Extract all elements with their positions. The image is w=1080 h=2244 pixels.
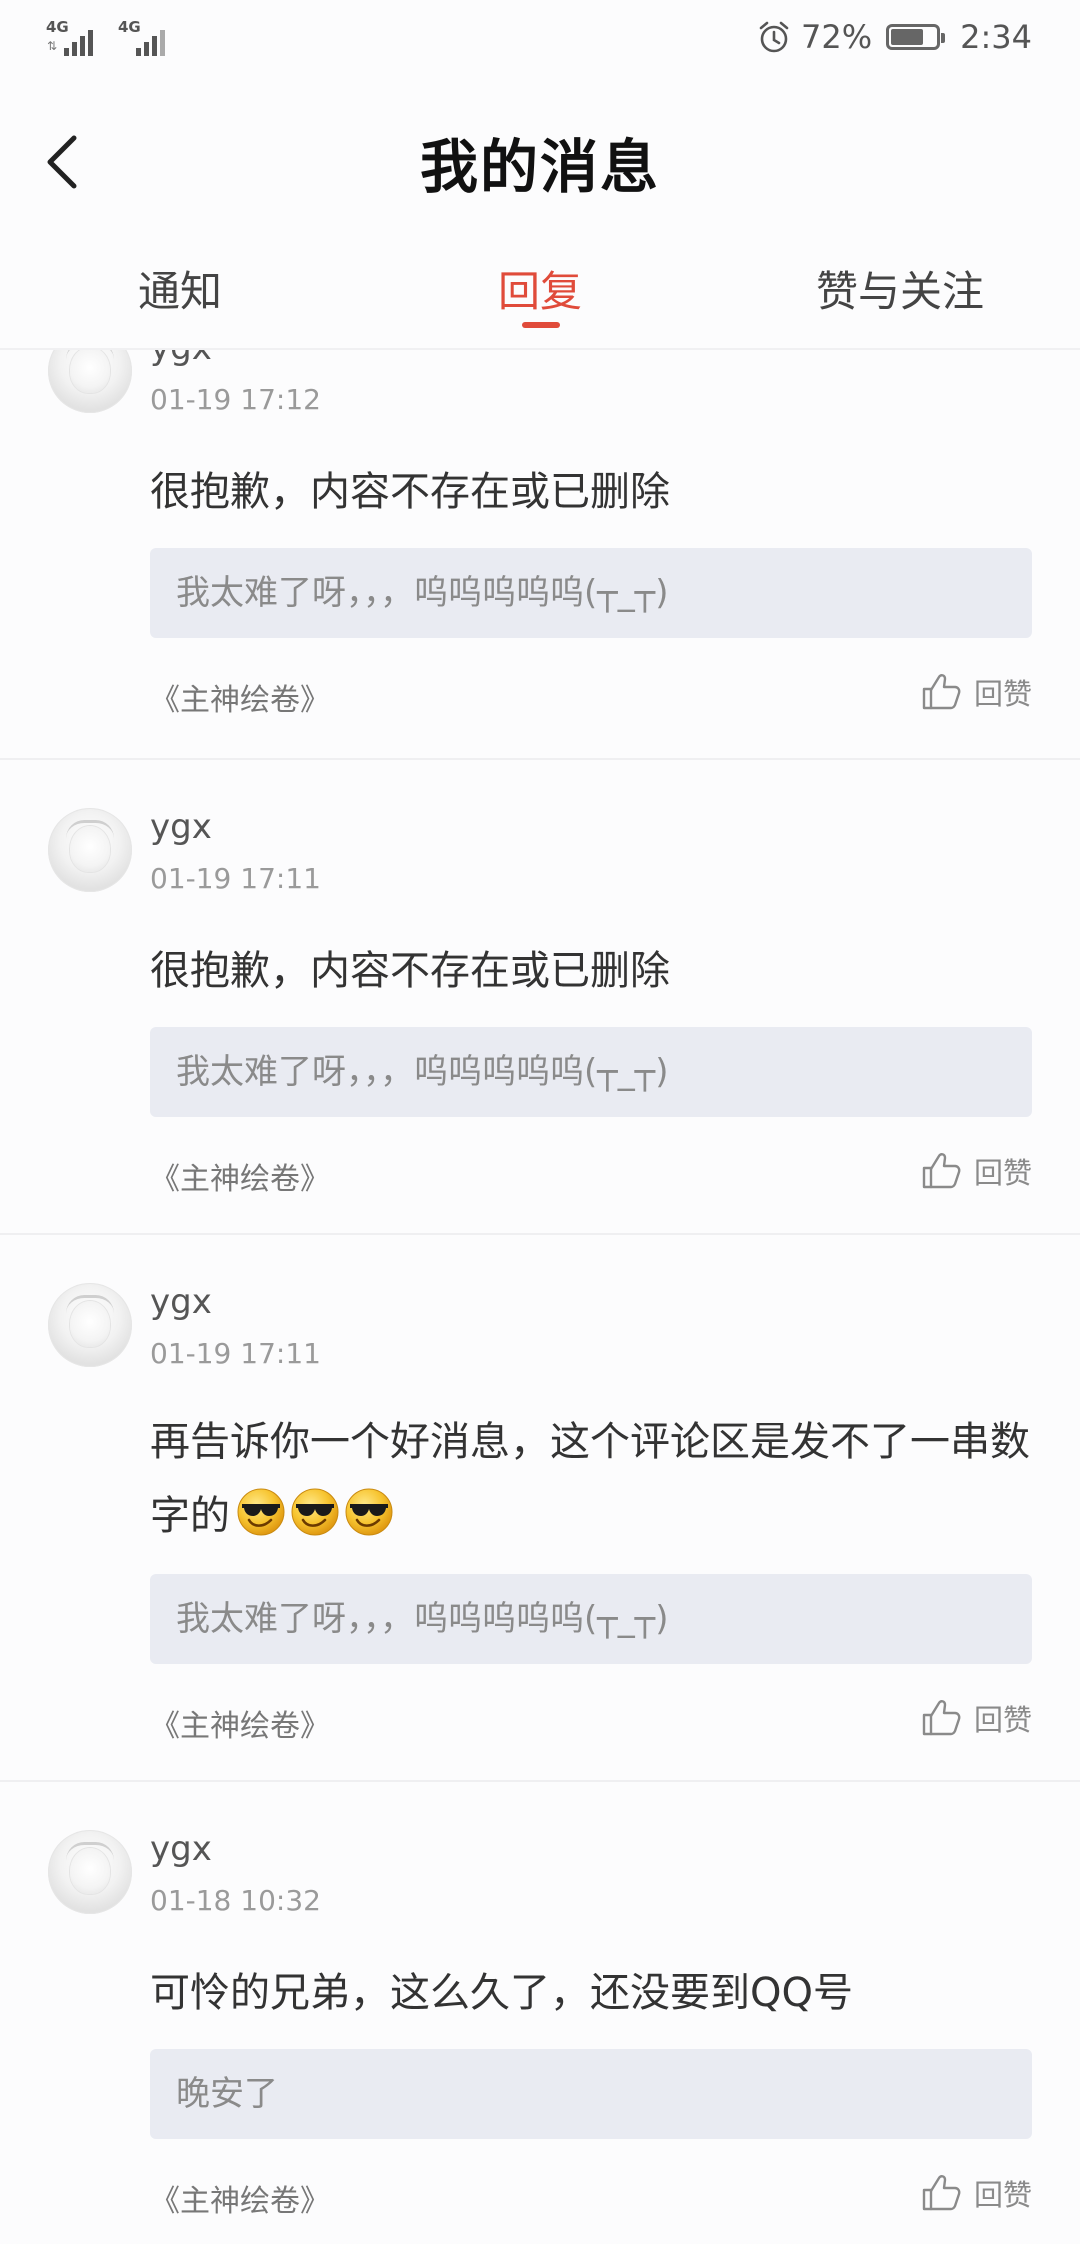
like-back-label: 回赞 bbox=[973, 2178, 1032, 2212]
sunglasses-smiley-icon bbox=[290, 1487, 340, 1537]
thumbs-up-icon bbox=[920, 2171, 964, 2215]
avatar[interactable] bbox=[48, 808, 132, 892]
status-right: 72% 2:34 bbox=[757, 18, 1032, 56]
like-back-label: 回赞 bbox=[973, 1703, 1032, 1737]
message-list[interactable]: ygx 01-19 17:12 很抱歉，内容不存在或已删除 我太难了呀，，，呜呜… bbox=[0, 348, 1080, 2244]
source-book-link[interactable]: 《主神绘卷》 bbox=[150, 1701, 330, 1745]
tab-bar: 通知 回复 赞与关注 bbox=[0, 240, 1080, 350]
thumbs-up-icon bbox=[920, 670, 964, 714]
source-book-link[interactable]: 《主神绘卷》 bbox=[150, 2176, 330, 2220]
sunglasses-smiley-icon bbox=[344, 1487, 394, 1537]
avatar[interactable] bbox=[48, 348, 132, 413]
like-back-button[interactable]: 回赞 bbox=[920, 1149, 1032, 1193]
page-title: 我的消息 bbox=[419, 133, 660, 201]
list-item[interactable]: ygx 01-18 10:32 可怜的兄弟，这么久了，还没要到QQ号 晚安了 《… bbox=[0, 1782, 1080, 2244]
thumbs-up-icon bbox=[920, 1149, 964, 1193]
tab-active-indicator bbox=[522, 322, 560, 328]
like-back-button[interactable]: 回赞 bbox=[920, 2171, 1032, 2215]
message-content: 可怜的兄弟，这么久了，还没要到QQ号 bbox=[150, 1970, 853, 2016]
username[interactable]: ygx bbox=[150, 807, 212, 847]
clock: 2:34 bbox=[960, 18, 1032, 56]
timestamp: 01-19 17:12 bbox=[150, 383, 321, 416]
username[interactable]: ygx bbox=[150, 1282, 212, 1322]
tab-notifications[interactable]: 通知 bbox=[138, 258, 222, 319]
alarm-icon bbox=[759, 21, 789, 53]
tab-replies[interactable]: 回复 bbox=[498, 258, 582, 319]
like-back-button[interactable]: 回赞 bbox=[920, 670, 1032, 714]
quoted-comment[interactable]: 晚安了 bbox=[150, 2049, 1032, 2139]
timestamp: 01-18 10:32 bbox=[150, 1884, 321, 1917]
data-arrows-icon: ⇅ bbox=[47, 39, 58, 53]
tab-likes-follows[interactable]: 赞与关注 bbox=[816, 258, 984, 319]
list-item[interactable]: ygx 01-19 17:12 很抱歉，内容不存在或已删除 我太难了呀，，，呜呜… bbox=[0, 348, 1080, 760]
signal-icon: 4G bbox=[118, 20, 176, 56]
signal-icon: 4G ⇅ bbox=[46, 20, 104, 56]
message-content: 很抱歉，内容不存在或已删除 bbox=[150, 948, 670, 994]
like-back-label: 回赞 bbox=[973, 677, 1032, 711]
timestamp: 01-19 17:11 bbox=[150, 1337, 321, 1370]
username[interactable]: ygx bbox=[150, 348, 212, 368]
message-content: 很抱歉，内容不存在或已删除 bbox=[150, 469, 670, 515]
like-back-label: 回赞 bbox=[973, 1156, 1032, 1190]
source-book-link[interactable]: 《主神绘卷》 bbox=[150, 1154, 330, 1198]
avatar[interactable] bbox=[48, 1283, 132, 1367]
app-header: 我的消息 bbox=[0, 84, 1080, 234]
list-item[interactable]: ygx 01-19 17:11 很抱歉，内容不存在或已删除 我太难了呀，，，呜呜… bbox=[0, 760, 1080, 1235]
timestamp: 01-19 17:11 bbox=[150, 862, 321, 895]
like-back-button[interactable]: 回赞 bbox=[920, 1696, 1032, 1740]
battery-icon bbox=[886, 24, 946, 50]
list-item[interactable]: ygx 01-19 17:11 再告诉你一个好消息，这个评论区是发不了一串数字的… bbox=[0, 1235, 1080, 1782]
quoted-comment[interactable]: 我太难了呀，，，呜呜呜呜呜(┬_┬) bbox=[150, 1027, 1032, 1117]
username[interactable]: ygx bbox=[150, 1829, 212, 1869]
sunglasses-smiley-icon bbox=[236, 1487, 286, 1537]
emoji-group bbox=[236, 1487, 394, 1537]
thumbs-up-icon bbox=[920, 1696, 964, 1740]
source-book-link[interactable]: 《主神绘卷》 bbox=[150, 675, 330, 719]
battery-percent: 72% bbox=[801, 18, 873, 56]
signal-group: 4G ⇅ 4G bbox=[46, 20, 176, 56]
quoted-comment[interactable]: 我太难了呀，，，呜呜呜呜呜(┬_┬) bbox=[150, 1574, 1032, 1664]
status-bar: 4G ⇅ 4G 72% 2:34 bbox=[0, 0, 1080, 84]
message-content: 再告诉你一个好消息，这个评论区是发不了一串数字的 bbox=[150, 1405, 1035, 1553]
quoted-comment[interactable]: 我太难了呀，，，呜呜呜呜呜(┬_┬) bbox=[150, 548, 1032, 638]
avatar[interactable] bbox=[48, 1830, 132, 1914]
